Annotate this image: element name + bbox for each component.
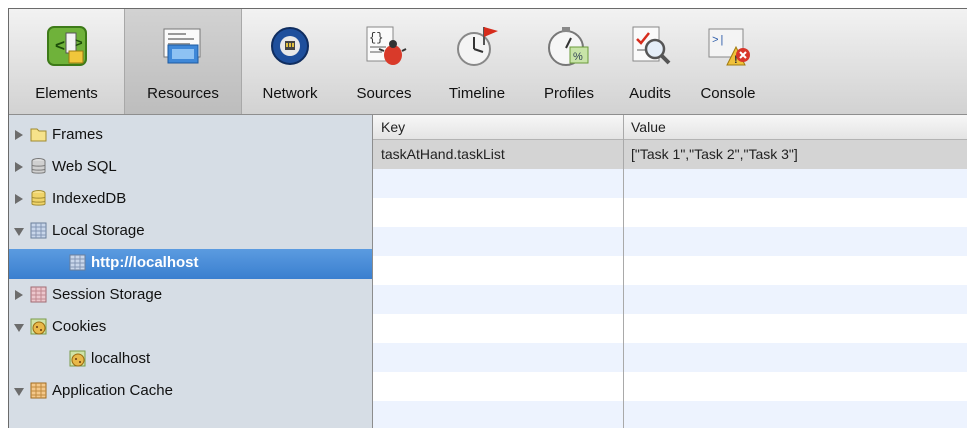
sidebar-item-label: Frames xyxy=(52,126,103,143)
tab-label: Audits xyxy=(629,85,671,102)
sidebar-item-cookies[interactable]: Cookies xyxy=(9,313,372,343)
column-header-value[interactable]: Value xyxy=(631,119,666,135)
storage-data-grid: taskAtHand.taskList ["Task 1","Task 2","… xyxy=(373,115,967,428)
sidebar-item-label: Local Storage xyxy=(52,222,145,239)
sidebar-item-web-sql[interactable]: Web SQL xyxy=(9,153,372,183)
svg-text:{}: {} xyxy=(369,31,383,45)
empty-row xyxy=(373,256,967,285)
tab-network[interactable]: Network xyxy=(242,9,338,114)
key-cell[interactable]: taskAtHand.taskList xyxy=(381,146,505,162)
audits-icon xyxy=(632,26,671,65)
timeline-icon xyxy=(457,27,498,66)
devtools-window: < > Elements Resources Network {} Source… xyxy=(8,8,967,428)
svg-text:<: < xyxy=(55,36,65,55)
sidebar-item-label: Cookies xyxy=(52,318,107,335)
empty-row xyxy=(373,198,967,227)
sidebar-item-label: IndexedDB xyxy=(52,190,127,207)
cookie-icon xyxy=(69,350,86,367)
tab-sources[interactable]: {} Sources xyxy=(338,9,430,114)
tab-timeline[interactable]: Timeline xyxy=(430,9,524,114)
collapse-arrow-icon[interactable] xyxy=(14,388,24,396)
sidebar: Frames Web SQL IndexedDB Local Storage h… xyxy=(9,115,373,428)
tab-label: Resources xyxy=(147,85,219,102)
console-icon: >| ! xyxy=(708,28,750,66)
sidebar-item-localhost-storage[interactable]: http://localhost xyxy=(9,249,372,279)
empty-row xyxy=(373,372,967,401)
elements-icon: < > xyxy=(46,26,87,66)
toolbar: < > Elements Resources Network {} Source… xyxy=(9,9,967,115)
app-cache-icon xyxy=(30,382,47,399)
expand-arrow-icon[interactable] xyxy=(15,162,23,172)
storage-grid-icon xyxy=(69,254,86,271)
network-icon xyxy=(271,27,309,65)
tab-audits[interactable]: Audits xyxy=(614,9,686,114)
tab-profiles[interactable]: % Profiles xyxy=(524,9,614,114)
svg-text:%: % xyxy=(573,51,583,63)
resources-icon xyxy=(163,28,201,64)
tab-label: Profiles xyxy=(543,85,595,102)
empty-row xyxy=(373,285,967,314)
tab-label: Elements xyxy=(35,85,98,102)
sidebar-item-application-cache[interactable]: Application Cache xyxy=(9,377,372,407)
sidebar-item-label: Application Cache xyxy=(52,382,173,399)
sidebar-item-label: localhost xyxy=(91,350,151,367)
empty-row xyxy=(373,227,967,256)
tab-console[interactable]: >| ! Console xyxy=(686,9,770,114)
sidebar-item-indexeddb[interactable]: IndexedDB xyxy=(9,185,372,215)
empty-row xyxy=(373,169,967,198)
empty-row xyxy=(373,401,967,428)
folder-icon xyxy=(30,128,47,142)
value-cell[interactable]: ["Task 1","Task 2","Task 3"] xyxy=(631,146,798,162)
tab-label: Console xyxy=(700,85,756,102)
sidebar-item-label: Session Storage xyxy=(52,286,163,303)
cookie-icon xyxy=(30,318,47,335)
tab-label: Sources xyxy=(356,85,412,102)
expand-arrow-icon[interactable] xyxy=(15,130,23,140)
svg-text:>: > xyxy=(75,35,83,50)
database-icon xyxy=(31,190,46,206)
sidebar-item-label: http://localhost xyxy=(91,254,199,271)
grid-header: Key Value xyxy=(373,115,967,140)
sidebar-item-cookies-localhost[interactable]: localhost xyxy=(9,345,372,375)
profiles-icon: % xyxy=(548,27,589,66)
collapse-arrow-icon[interactable] xyxy=(14,324,24,332)
sources-icon: {} xyxy=(366,26,407,65)
empty-row xyxy=(373,343,967,372)
collapse-arrow-icon[interactable] xyxy=(14,228,24,236)
column-header-key[interactable]: Key xyxy=(381,119,405,135)
tab-label: Timeline xyxy=(448,85,506,102)
empty-row xyxy=(373,314,967,343)
tab-resources[interactable]: Resources xyxy=(124,9,242,114)
expand-arrow-icon[interactable] xyxy=(15,290,23,300)
expand-arrow-icon[interactable] xyxy=(15,194,23,204)
sidebar-item-session-storage[interactable]: Session Storage xyxy=(9,281,372,311)
column-divider[interactable] xyxy=(623,115,624,428)
sidebar-item-label: Web SQL xyxy=(52,158,117,175)
storage-grid-icon xyxy=(30,286,47,303)
tab-label: Network xyxy=(262,85,318,102)
storage-grid-icon xyxy=(30,222,47,239)
sidebar-item-local-storage[interactable]: Local Storage xyxy=(9,217,372,247)
database-icon xyxy=(31,158,46,174)
svg-text:>|: >| xyxy=(712,35,725,47)
sidebar-item-frames[interactable]: Frames xyxy=(9,121,372,151)
table-row[interactable]: taskAtHand.taskList ["Task 1","Task 2","… xyxy=(373,140,967,169)
tab-elements[interactable]: < > Elements xyxy=(9,9,124,114)
